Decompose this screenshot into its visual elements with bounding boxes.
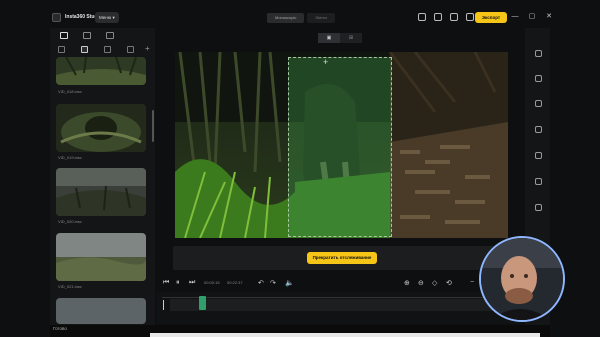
thumbnail-image [56,104,146,152]
thumbnail-image [56,57,146,85]
media-thumbnail[interactable] [56,168,146,216]
media-thumbnail-label: VID_019.insv [58,155,82,160]
tab-stereo[interactable]: Stereo [307,13,336,23]
layout-icon[interactable] [418,13,426,21]
media-panel-tools [50,42,155,56]
skip-forward-icon[interactable]: ⏭ [189,279,195,287]
media-thumbnail[interactable] [56,298,146,324]
ai-icon[interactable] [535,204,542,211]
close-button[interactable]: ✕ [545,12,553,22]
media-thumbnail[interactable] [56,57,146,85]
timeline-ruler [162,297,517,298]
thumbnail-image [56,298,146,324]
stop-tracking-button[interactable]: Прекратить отслеживание [307,252,377,264]
export-button[interactable]: Экспорт [475,12,507,23]
list-view-icon[interactable] [104,45,111,53]
crosshair-icon: + [323,57,329,67]
title-toolbar-icons [418,13,474,21]
media-tab-icon[interactable] [60,31,68,39]
media-thumbnail-label: VID_018.insv [58,89,82,94]
download-icon[interactable] [535,152,542,159]
thumbnail-image [56,168,146,216]
stabilize-icon[interactable] [535,100,542,107]
title-bar: Insta360 Studio Меню ▾ Monoscopic Stereo… [0,9,600,28]
filter-icon[interactable] [58,45,65,53]
menu-label: Меню [99,15,112,20]
playhead[interactable] [199,296,206,310]
split-view-button[interactable]: ⊞ [340,33,362,43]
media-thumbnail[interactable] [56,104,146,152]
maximize-button[interactable]: ▢ [528,12,536,22]
media-panel-tabs [50,28,155,42]
settings-icon[interactable] [450,13,458,21]
add-media-button[interactable]: + [145,44,150,53]
webcam-image [481,238,563,320]
pause-icon[interactable]: ⏸ [176,279,180,287]
media-panel-scrollbar[interactable] [152,110,154,142]
chevron-down-icon: ▾ [112,15,115,20]
timeline-start-marker [163,300,164,310]
window-controls: — ▢ ✕ [511,12,553,22]
redo-icon[interactable]: ↷ [270,279,276,287]
speed-icon[interactable]: ⟲ [446,279,452,287]
minimize-button[interactable]: — [511,12,519,22]
current-time: 00:00:15 [204,280,220,285]
grid-view-icon[interactable] [81,45,88,53]
single-view-button[interactable]: ▣ [318,33,340,43]
background-window-strip [150,333,540,337]
adjust-icon[interactable] [535,75,542,82]
folder-tab-icon[interactable] [83,31,91,39]
volume-icon[interactable]: 🔈 [285,279,294,287]
color-icon[interactable] [535,126,542,133]
bookmark-icon[interactable] [434,13,442,21]
mode-tabs: Monoscopic Stereo [267,13,336,23]
media-thumbnail-label: VID_021.insv [58,284,82,289]
app-logo-icon [52,13,61,22]
skip-back-icon[interactable]: ⏮ [163,279,169,287]
tool-icon[interactable] [535,50,542,57]
video-preview[interactable]: + [175,52,508,238]
media-thumbnail-label: VID_020.insv [58,219,82,224]
webcam-overlay [479,236,565,322]
tracking-selection-box[interactable] [288,57,392,237]
undo-icon[interactable]: ↶ [258,279,264,287]
sort-icon[interactable] [127,45,134,53]
media-thumbnail[interactable] [56,233,146,281]
split-icon[interactable]: ⊖ [418,279,424,287]
menu-button[interactable]: Меню ▾ [95,12,119,23]
crop-icon[interactable] [535,178,542,185]
help-icon[interactable] [466,13,474,21]
app-window: Insta360 Studio Меню ▾ Monoscopic Stereo… [0,0,600,337]
marker-icon[interactable]: ◇ [432,279,437,287]
add-keyframe-icon[interactable]: ⊕ [404,279,410,287]
timeline-clip[interactable] [170,299,510,311]
total-time: 00:22:37 [227,280,243,285]
status-text: Готово [53,326,67,331]
zoom-out-icon[interactable]: − [470,279,474,286]
cloud-tab-icon[interactable] [106,31,114,39]
tab-monoscopic[interactable]: Monoscopic [267,13,305,23]
view-toggle: ▣ ⊞ [318,33,362,43]
thumbnail-image [56,233,146,281]
